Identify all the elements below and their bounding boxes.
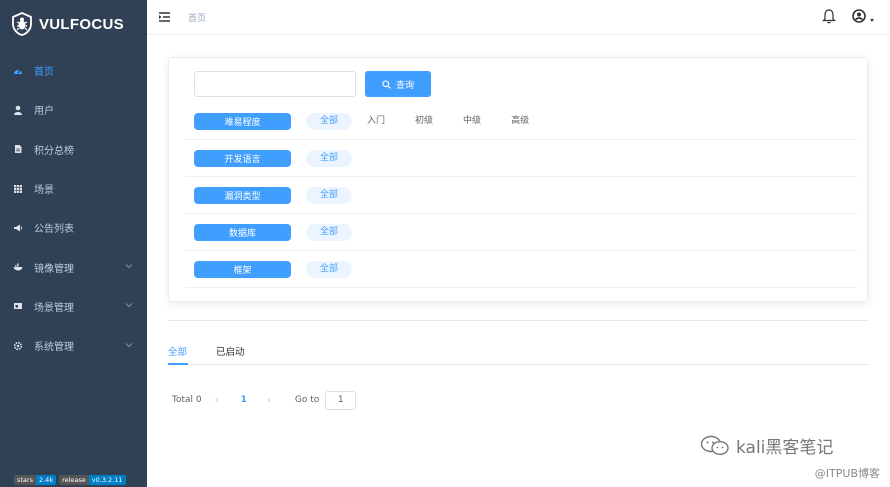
status-tabs: 全部 已启动 — [168, 336, 868, 365]
filter-option-all[interactable]: 全部 — [306, 260, 353, 278]
sidebar-item-label: 镜像管理 — [34, 263, 74, 275]
sidebar-item-label: 首页 — [34, 67, 54, 79]
brand-name: VULFOCUS — [39, 15, 124, 33]
shield-bug-icon — [12, 12, 32, 36]
release-badge[interactable]: release v0.3.2.11 — [59, 475, 126, 485]
filter-row-database: 数据库 全部 — [185, 214, 857, 251]
filter-option[interactable]: 高级 — [507, 113, 533, 130]
window-icon — [13, 301, 23, 311]
divider — [168, 320, 868, 321]
sidebar-item-scenes[interactable]: 场景 — [0, 169, 147, 208]
hamburger-icon[interactable] — [159, 12, 170, 22]
sidebar-item-label: 场景 — [34, 185, 54, 197]
watermark-text: kali黑客笔记 — [736, 438, 834, 458]
sidebar-item-home[interactable]: 首页 — [0, 51, 147, 90]
sidebar: VULFOCUS 首页 用户 积分总榜 场景 公告列表 镜像管理 场景管理 系统… — [0, 0, 147, 487]
document-icon — [13, 144, 23, 154]
sidebar-item-ranking[interactable]: 积分总榜 — [0, 130, 147, 169]
goto-label: Go to — [294, 395, 320, 405]
filter-row-vuln-type: 漏洞类型 全部 — [185, 177, 857, 214]
chevron-down-icon — [125, 303, 133, 308]
filter-option-all[interactable]: 全部 — [306, 149, 353, 167]
gear-icon — [13, 341, 23, 351]
sidebar-item-label: 用户 — [34, 106, 54, 118]
bell-icon[interactable] — [822, 8, 836, 24]
active-tab-indicator — [168, 363, 188, 365]
pagination-total: Total 0 — [172, 395, 202, 405]
user-avatar-icon[interactable] — [852, 9, 866, 23]
repo-badges: stars 2.4k release v0.3.2.11 — [14, 475, 126, 485]
filter-card: 查询 难易程度 全部 入门 初级 中级 高级 开发语言 全部 漏洞类型 全部 数… — [168, 57, 868, 302]
pagination: Total 0 ‹ 1 › Go to 1 — [172, 390, 357, 410]
watermark-source: @ITPUB博客 — [814, 467, 880, 480]
sidebar-item-label: 场景管理 — [34, 302, 74, 314]
sidebar-item-users[interactable]: 用户 — [0, 90, 147, 129]
prev-page-button[interactable]: ‹ — [215, 395, 219, 406]
tab-started[interactable]: 已启动 — [216, 344, 245, 358]
filter-option[interactable]: 中级 — [459, 113, 485, 130]
wechat-icon — [700, 435, 729, 455]
sidebar-item-label: 积分总榜 — [34, 145, 74, 157]
filter-tag: 框架 — [194, 260, 291, 278]
filter-tag: 开发语言 — [194, 149, 291, 167]
search-button[interactable]: 查询 — [365, 71, 431, 97]
filter-option[interactable]: 初级 — [411, 113, 437, 130]
brand-logo[interactable]: VULFOCUS — [0, 0, 147, 48]
filter-option[interactable]: 入门 — [363, 113, 389, 130]
sidebar-item-system-management[interactable]: 系统管理 — [0, 326, 147, 365]
next-page-button[interactable]: › — [267, 395, 271, 406]
filter-tag: 漏洞类型 — [194, 186, 291, 204]
sidebar-item-announcements[interactable]: 公告列表 — [0, 208, 147, 247]
search-input[interactable] — [194, 71, 356, 97]
goto-page-input[interactable]: 1 — [325, 390, 357, 410]
search-button-label: 查询 — [395, 80, 414, 91]
filter-option-all[interactable]: 全部 — [306, 223, 353, 241]
user-icon — [13, 105, 23, 115]
stars-badge[interactable]: stars 2.4k — [14, 475, 57, 485]
page-number-current[interactable]: 1 — [241, 395, 247, 405]
goto-page-value: 1 — [337, 395, 344, 405]
watermark-wechat: kali黑客笔记 — [700, 433, 833, 458]
filter-row-framework: 框架 全部 — [185, 251, 857, 288]
top-navbar: 首页 — [147, 0, 890, 35]
search-icon — [382, 79, 391, 89]
sidebar-item-label: 系统管理 — [34, 342, 74, 354]
sidebar-item-label: 公告列表 — [34, 224, 74, 236]
caret-down-icon[interactable] — [870, 19, 874, 22]
breadcrumb[interactable]: 首页 — [188, 11, 206, 24]
grid-icon — [13, 184, 23, 194]
filter-tag: 数据库 — [194, 223, 291, 241]
filter-option-all[interactable]: 全部 — [306, 186, 353, 204]
docker-icon — [13, 262, 23, 272]
tab-all[interactable]: 全部 — [168, 344, 187, 358]
filter-row-language: 开发语言 全部 — [185, 140, 857, 177]
filter-option-all[interactable]: 全部 — [306, 112, 353, 130]
chevron-down-icon — [125, 264, 133, 269]
megaphone-icon — [13, 223, 23, 233]
sidebar-item-scene-management[interactable]: 场景管理 — [0, 287, 147, 326]
filter-row-difficulty: 难易程度 全部 入门 初级 中级 高级 — [185, 103, 857, 140]
filter-tag: 难易程度 — [194, 112, 291, 130]
chevron-down-icon — [125, 342, 133, 347]
sidebar-menu: 首页 用户 积分总榜 场景 公告列表 镜像管理 场景管理 系统管理 — [0, 51, 147, 365]
dashboard-icon — [13, 66, 23, 76]
sidebar-item-image-management[interactable]: 镜像管理 — [0, 247, 147, 286]
